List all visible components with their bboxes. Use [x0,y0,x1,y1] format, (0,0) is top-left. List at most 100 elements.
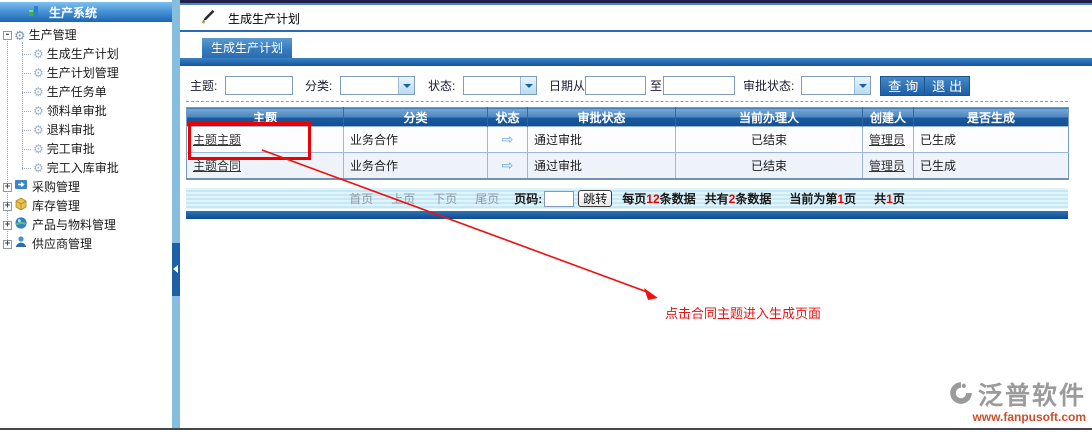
title-divider [180,30,1092,32]
date-to-label: 至 [650,79,663,93]
sidebar-item-warehouse-approval[interactable]: ⚙ 完工入库审批 [0,159,172,178]
sidebar-item-label: 生产管理 [28,28,77,42]
jump-button[interactable]: 跳转 [578,190,613,207]
col-handler: 当前办理人 [675,107,863,127]
sidebar-header: 生产系统 [0,2,172,22]
watermark-brand: 泛普软件 [977,382,1086,410]
col-creator: 创建人 [862,107,914,127]
total-pages-suffix: 页 [892,192,905,206]
sidebar: 生产系统 - ⚙ 生产管理 ⚙ 生成生产计划 ⚙ 生产计划管理 ⚙ 生产任务单 … [0,0,172,429]
tree-stub [22,92,31,93]
tab-underline-bar [180,58,1092,66]
search-button[interactable]: 查 询 [880,76,927,96]
generated-cell: 已生成 [913,126,1069,153]
sidebar-item-label: 生成生产计划 [46,47,119,61]
sidebar-item-task-order[interactable]: ⚙ 生产任务单 [0,83,172,102]
plus-box-icon[interactable]: + [3,202,12,211]
gear-icon: ⚙ [33,142,44,156]
subject-link[interactable]: 主题合同 [193,159,241,173]
chevron-down-icon [854,77,870,94]
sidebar-title: 生产系统 [49,5,98,20]
approval-status-label: 审批状态: [743,79,795,93]
page-number-input[interactable] [544,190,575,207]
approval-status-select[interactable] [801,76,871,95]
sidebar-item-return-approval[interactable]: ⚙ 退料审批 [0,121,172,140]
subject-input[interactable] [225,76,293,95]
chevron-down-icon [398,77,414,94]
sidebar-item-plan-mgmt[interactable]: ⚙ 生产计划管理 [0,64,172,83]
plus-box-icon[interactable]: + [3,183,12,192]
globe-icon [14,216,28,236]
plans-table: 主题 分类 状态 审批状态 当前办理人 创建人 是否生成 主题主题 业务合作 ⇨… [186,107,1069,180]
collapse-left-icon [173,265,178,273]
per-page-suffix: 条数据 [659,192,696,206]
total-pages-text: 共 [874,192,887,206]
first-page-link[interactable]: 首页 [349,190,373,207]
total-suffix: 条数据 [735,192,772,206]
arrow-right-icon[interactable]: ⇨ [502,157,514,173]
col-category: 分类 [343,107,488,127]
app-window: 生产系统 - ⚙ 生产管理 ⚙ 生成生产计划 ⚙ 生产计划管理 ⚙ 生产任务单 … [0,0,1092,434]
last-page-link[interactable]: 尾页 [475,190,499,207]
pagination-bar: 首页 上页 下页 尾页 页码: 跳转 每页12条数据 共有2条数据 当前为第1页… [186,188,1068,209]
sidebar-item-label: 生产计划管理 [46,66,119,80]
exit-button[interactable]: 退 出 [924,76,971,96]
main-content: 生成生产计划 生成生产计划 主题: 分类: 状态: 日期从 至 审批状态: 查 … [180,0,1092,434]
total-text: 共有 [704,192,729,206]
sidebar-tree: - ⚙ 生产管理 ⚙ 生成生产计划 ⚙ 生产计划管理 ⚙ 生产任务单 ⚙ 领料单… [0,26,172,254]
watermark: 泛普软件 www.fanpusoft.com [948,376,1086,424]
sidebar-item-material-approval[interactable]: ⚙ 领料单审批 [0,102,172,121]
sidebar-item-production-mgmt[interactable]: - ⚙ 生产管理 [0,26,172,45]
sidebar-item-supplier-mgmt[interactable]: + 供应商管理 [0,235,172,254]
gear-icon: ⚙ [33,104,44,118]
plus-box-icon[interactable]: + [3,240,12,249]
sidebar-item-inventory-mgmt[interactable]: + 库存管理 [0,197,172,216]
sidebar-item-product-material-mgmt[interactable]: + 产品与物料管理 [0,216,172,235]
prev-page-link[interactable]: 上页 [391,190,415,207]
sidebar-item-purchasing-mgmt[interactable]: + 采购管理 [0,178,172,197]
category-label: 分类: [305,79,333,93]
sidebar-item-generate-plan[interactable]: ⚙ 生成生产计划 [0,45,172,64]
generated-cell: 已生成 [913,152,1069,179]
creator-link[interactable]: 管理员 [869,159,905,173]
top-divider-accent [180,3,1092,5]
sidebar-splitter[interactable] [172,0,180,429]
status-label: 状态: [428,79,456,93]
bottom-accent-bar [186,211,1068,219]
category-select[interactable] [340,76,415,95]
gear-icon: ⚙ [33,85,44,99]
gear-icon: ⚙ [14,28,26,43]
sidebar-item-label: 产品与物料管理 [32,218,117,232]
table-row: 主题主题 业务合作 ⇨ 通过审批 已结束 管理员 已生成 [186,126,1069,153]
current-page-suffix: 页 [844,192,857,206]
status-select[interactable] [463,76,537,95]
sidebar-item-label: 库存管理 [32,199,81,213]
filter-divider [186,101,1068,102]
sidebar-item-label: 供应商管理 [32,237,93,251]
tab-generate-plan[interactable]: 生成生产计划 [202,38,293,58]
page-title: 生成生产计划 [228,11,301,26]
date-to-input[interactable] [663,76,735,95]
plus-box-icon[interactable]: + [3,221,12,230]
minus-box-icon[interactable]: - [3,31,12,40]
sidebar-item-completion-approval[interactable]: ⚙ 完工审批 [0,140,172,159]
tree-stub [22,149,31,150]
creator-link[interactable]: 管理员 [869,133,905,147]
watermark-url: www.fanpusoft.com [972,410,1086,424]
gear-icon: ⚙ [33,161,44,175]
page-number-label: 页码: [514,192,543,206]
sidebar-item-label: 退料审批 [46,123,95,137]
splitter-collapse-handle[interactable] [172,243,180,296]
gear-icon: ⚙ [33,123,44,137]
next-page-link[interactable]: 下页 [433,190,457,207]
arrow-right-icon[interactable]: ⇨ [502,131,514,147]
filter-bar: 主题: 分类: 状态: 日期从 至 审批状态: 查 询 退 出 [180,76,1092,96]
total-pages-num: 1 [886,192,893,206]
inventory-box-icon [14,197,28,216]
pen-icon [200,9,216,28]
sidebar-item-label: 领料单审批 [46,104,107,118]
date-from-input[interactable] [585,76,646,95]
gear-icon: ⚙ [33,47,44,61]
sidebar-item-label: 采购管理 [32,180,81,194]
annotation-text: 点击合同主题进入生成页面 [665,306,822,321]
